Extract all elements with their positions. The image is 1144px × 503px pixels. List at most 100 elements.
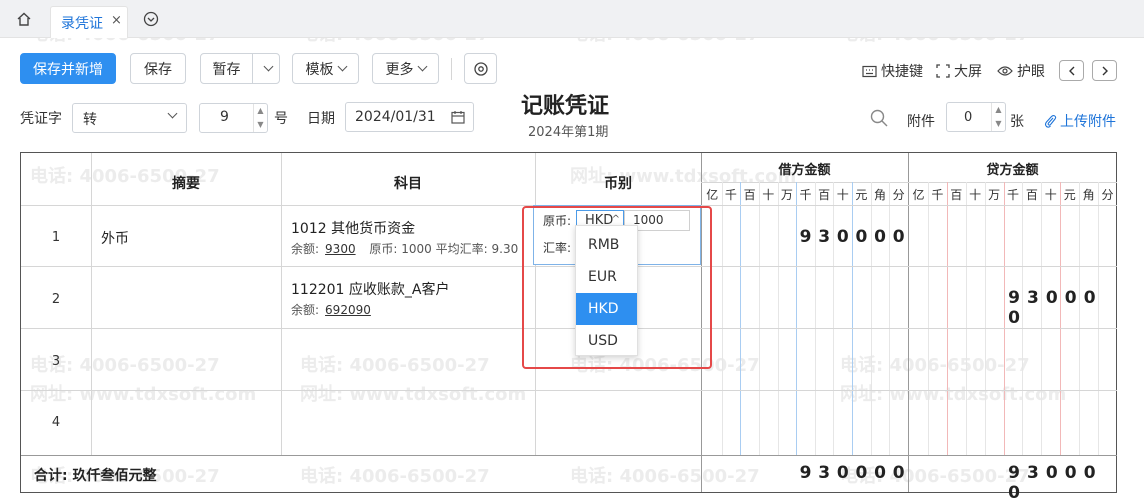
amount-digit: 0	[892, 463, 905, 483]
col-divider	[701, 153, 702, 492]
eye-care-label: 护眼	[1017, 64, 1045, 80]
digit-unit-header: 角	[1082, 188, 1095, 202]
exchange-rate-label: 汇率:	[543, 241, 572, 255]
eye-icon	[997, 66, 1013, 76]
upload-attachment-label: 上传附件	[1060, 114, 1116, 130]
more-button[interactable]: 更多	[372, 53, 439, 84]
chevron-down-icon	[167, 108, 178, 119]
summary-cell[interactable]: 外币	[101, 228, 129, 248]
number-stepper[interactable]: ▲ ▼	[253, 104, 267, 132]
amount-digit: 0	[1064, 463, 1077, 483]
date-picker[interactable]: 2024/01/31	[345, 102, 474, 132]
fullscreen-button[interactable]: 大屏	[936, 61, 982, 81]
digit-unit-header: 亿	[706, 188, 719, 202]
date-label: 日期	[307, 111, 335, 127]
amount-digit: 3	[818, 463, 831, 483]
template-button[interactable]: 模板	[292, 53, 359, 84]
voucher-word-select[interactable]: 转	[72, 103, 187, 133]
amount-header-divider	[701, 182, 1117, 183]
col-divider	[91, 153, 92, 456]
draft-button[interactable]: 暂存	[200, 53, 253, 84]
eye-care-button[interactable]: 护眼	[997, 61, 1045, 81]
digit-unit-header: 千	[931, 188, 944, 202]
currency-option-hkd[interactable]: HKD	[576, 293, 637, 325]
tab-label: 录凭证	[61, 16, 103, 32]
draft-dropdown-button[interactable]	[252, 53, 280, 84]
save-button[interactable]: 保存	[130, 53, 186, 84]
original-currency-info: 原币: 1000 平均汇率: 9.30	[369, 242, 519, 256]
chevron-down-icon	[263, 61, 274, 72]
digit-grid-line	[758, 182, 760, 455]
prev-voucher-button[interactable]	[1059, 60, 1084, 81]
keyboard-icon	[862, 65, 877, 77]
digit-grid-line	[889, 182, 891, 455]
attachment-stepper[interactable]: ▲ ▼	[991, 103, 1005, 131]
digit-grid-line	[852, 182, 854, 455]
account-cell[interactable]: 112201 应收账款_A客户	[291, 279, 449, 299]
amount-digit: 3	[1026, 288, 1039, 308]
voucher-number-input[interactable]: 9 ▲ ▼	[199, 103, 268, 133]
search-icon[interactable]	[870, 109, 888, 127]
amount-digit: 0	[836, 463, 849, 483]
balance-link[interactable]: 9300	[325, 242, 356, 256]
attachment-count-input[interactable]: 0 ▲ ▼	[946, 102, 1006, 132]
currency-option-rmb[interactable]: RMB	[576, 229, 637, 261]
amount-digit: 9	[799, 463, 812, 483]
number-suffix: 号	[274, 111, 288, 127]
digit-grid-line	[796, 182, 798, 455]
header-summary: 摘要	[172, 176, 200, 192]
upload-attachment-link[interactable]: 上传附件	[1044, 111, 1116, 131]
currency-dropdown: RMB EUR HKD USD	[575, 225, 638, 356]
digit-unit-header: 角	[874, 188, 887, 202]
amount-digit: 0	[855, 227, 868, 247]
digit-grid-line	[984, 182, 986, 455]
target-icon	[473, 61, 488, 76]
account-cell[interactable]: 1012 其他货币资金	[291, 218, 415, 238]
currency-option-usd[interactable]: USD	[576, 325, 637, 357]
chevron-up-icon[interactable]: ▲	[992, 103, 1005, 117]
balance-label: 余额:	[291, 242, 320, 256]
chevron-up-icon[interactable]: ▲	[254, 104, 267, 118]
amount-digit: 0	[1064, 288, 1077, 308]
settings-button[interactable]	[464, 53, 497, 84]
close-icon[interactable]: ×	[111, 13, 122, 28]
digit-unit-header: 万	[988, 188, 1001, 202]
credit-amount: 9 3 0 0 00	[1005, 288, 1116, 328]
col-divider	[281, 153, 282, 456]
amount-digit: 0	[892, 227, 905, 247]
shortcut-button[interactable]: 快捷键	[862, 61, 923, 81]
amount-digit: 0	[874, 463, 886, 483]
amount-digit: 0	[1045, 288, 1058, 308]
digit-unit-header: 百	[818, 188, 831, 202]
tab-record-voucher[interactable]: 录凭证 ×	[50, 6, 128, 38]
amount-digit: 0	[1045, 463, 1058, 483]
digit-grid-line	[721, 182, 723, 455]
digit-unit-header: 分	[892, 188, 905, 202]
chevron-down-circle-icon[interactable]	[143, 11, 159, 27]
amount-digit: 0	[855, 463, 868, 483]
chevron-down-icon[interactable]: ▼	[254, 118, 267, 132]
chevron-down-icon[interactable]: ▼	[992, 117, 1005, 131]
amount-digit: 9	[799, 227, 812, 247]
period-subtitle: 2024年第1期	[528, 125, 609, 140]
amount-digit: 0	[1083, 288, 1096, 308]
voucher-number-value: 9	[220, 109, 229, 125]
header-currency: 币别	[604, 176, 632, 192]
next-voucher-button[interactable]	[1092, 60, 1117, 81]
row-number: 2	[51, 292, 61, 307]
digit-grid-line	[870, 182, 872, 455]
shortcut-label: 快捷键	[881, 64, 923, 80]
digit-unit-header: 百	[1025, 188, 1038, 202]
total-credit: 9 3 0 0 00	[1005, 463, 1116, 503]
header-credit: 贷方金额	[986, 163, 1039, 178]
save-and-new-button[interactable]: 保存并新增	[20, 53, 116, 84]
balance-link[interactable]: 692090	[325, 303, 371, 317]
header-account: 科目	[394, 176, 422, 192]
digit-unit-header: 十	[1044, 188, 1057, 202]
digit-unit-header: 千	[799, 188, 812, 202]
currency-option-eur[interactable]: EUR	[576, 261, 637, 293]
home-icon[interactable]	[16, 11, 32, 27]
more-label: 更多	[385, 61, 414, 78]
digit-unit-header: 百	[950, 188, 963, 202]
voucher-table: 摘要 科目 币别 借方金额 贷方金额 亿千百十万千百十元角分亿千百十万千百十元角…	[20, 152, 1117, 503]
